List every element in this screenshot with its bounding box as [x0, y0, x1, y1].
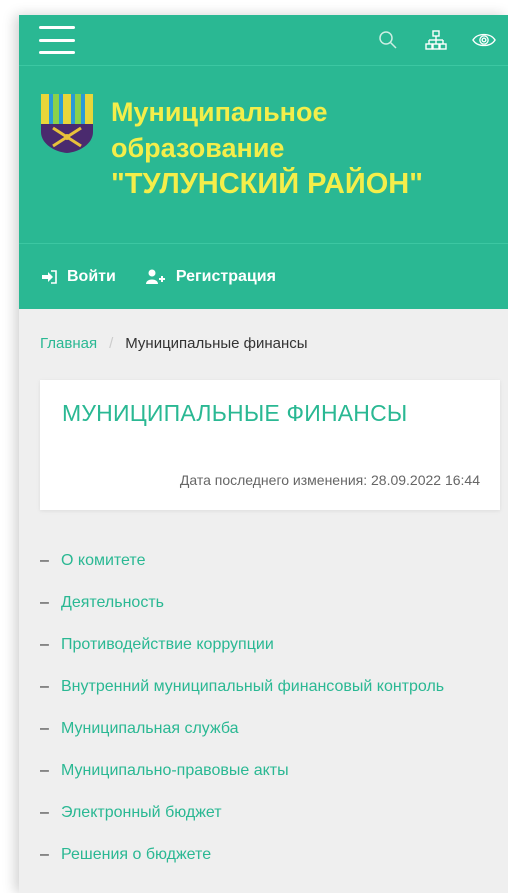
- login-link[interactable]: Войти: [41, 268, 116, 286]
- last-modified-date: Дата последнего изменения: 28.09.2022 16…: [179, 472, 480, 488]
- sitemap-icon[interactable]: [424, 28, 448, 52]
- breadcrumb-home[interactable]: Главная: [40, 335, 97, 352]
- breadcrumb: Главная / Муниципальные финансы: [19, 335, 508, 352]
- list-item: – Муниципально-правовые акты: [40, 760, 508, 782]
- site-title-line3: "ТУЛУНСКИЙ РАЙОН": [111, 168, 423, 200]
- menu-link[interactable]: Электронный бюджет: [61, 802, 481, 824]
- menu-link[interactable]: Деятельность: [61, 592, 481, 614]
- menu-link[interactable]: Внутренний муниципальный финансовый конт…: [61, 676, 481, 698]
- top-bar: [19, 15, 508, 65]
- register-link[interactable]: Регистрация: [145, 267, 276, 286]
- list-dash: –: [40, 762, 49, 779]
- list-item: – Электронный бюджет: [40, 802, 508, 824]
- breadcrumb-separator: /: [109, 335, 114, 352]
- list-dash: –: [40, 804, 49, 821]
- register-label: Регистрация: [175, 267, 276, 285]
- menu-link[interactable]: О комитете: [61, 550, 481, 572]
- coat-of-arms-emblem[interactable]: [39, 92, 95, 154]
- top-icons: [376, 28, 496, 52]
- login-icon: [42, 269, 57, 284]
- login-label: Войти: [67, 267, 116, 285]
- list-dash: –: [40, 552, 49, 569]
- site-title[interactable]: Муниципальное образование "ТУЛУНСКИЙ РАЙ…: [111, 94, 471, 243]
- auth-bar: Войти Регистрация: [19, 243, 508, 309]
- breadcrumb-current: Муниципальные финансы: [125, 335, 308, 352]
- section-menu: – О комитете – Деятельность – Противодейств…: [19, 550, 508, 866]
- add-user-icon: [145, 269, 165, 284]
- search-icon[interactable]: [376, 28, 400, 52]
- page-title-card: МУНИЦИПАЛЬНЫЕ ФИНАНСЫ Дата последнего из…: [40, 380, 500, 510]
- list-dash: –: [40, 720, 49, 737]
- list-dash: –: [40, 846, 49, 863]
- list-item: – О комитете: [40, 550, 508, 572]
- site-title-line2: образование: [111, 133, 285, 163]
- eye-icon[interactable]: [472, 28, 496, 52]
- menu-link[interactable]: Противодействие коррупции: [61, 634, 481, 656]
- menu-link[interactable]: Муниципальная служба: [61, 718, 481, 740]
- page-frame: Муниципальное образование "ТУЛУНСКИЙ РАЙ…: [19, 15, 508, 893]
- site-header: Муниципальное образование "ТУЛУНСКИЙ РАЙ…: [19, 65, 508, 243]
- list-item: – Муниципальная служба: [40, 718, 508, 740]
- menu-link[interactable]: Решения о бюджете: [61, 844, 481, 866]
- list-item: – Внутренний муниципальный финансовый кон…: [40, 676, 508, 698]
- list-item: – Решения о бюджете: [40, 844, 508, 866]
- list-dash: –: [40, 594, 49, 611]
- site-title-line1: Муниципальное: [111, 97, 328, 127]
- list-dash: –: [40, 636, 49, 653]
- list-item: – Деятельность: [40, 592, 508, 614]
- menu-link[interactable]: Муниципально-правовые акты: [61, 760, 481, 782]
- hamburger-icon[interactable]: [39, 26, 75, 54]
- list-item: – Противодействие коррупции: [40, 634, 508, 656]
- list-dash: –: [40, 678, 49, 695]
- page-title: МУНИЦИПАЛЬНЫЕ ФИНАНСЫ: [62, 400, 408, 426]
